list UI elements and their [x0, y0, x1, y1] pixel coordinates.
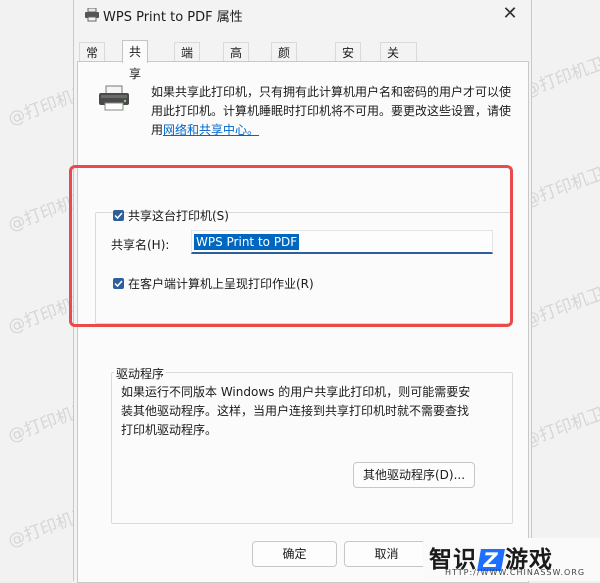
share-name-label: 共享名(H): [111, 238, 170, 252]
sharing-group [95, 212, 512, 324]
window-title: WPS Print to PDF 属性 [103, 10, 243, 25]
checkbox-checked-icon [113, 210, 124, 221]
site-logo: 智识 Z 游戏 HTTP://WWW.CHINASSW.ORG [423, 538, 600, 581]
additional-drivers-button[interactable]: 其他驱动程序(D)... [353, 462, 475, 488]
share-printer-label: 共享这台打印机(S) [128, 209, 229, 223]
tab-advanced[interactable]: 高级 [223, 42, 250, 80]
printer-icon [85, 8, 99, 22]
render-jobs-label: 在客户端计算机上呈现打印作业(R) [128, 277, 314, 291]
tab-ports[interactable]: 端口 [174, 42, 201, 80]
tab-sharing[interactable]: 共享 [122, 40, 149, 81]
checkbox-checked-icon [113, 278, 124, 289]
tab-security[interactable]: 安全 [335, 42, 362, 80]
tab-color-management[interactable]: 颜色管理 [271, 42, 298, 120]
title-bar[interactable]: WPS Print to PDF 属性 ✕ [74, 0, 531, 30]
close-button[interactable]: ✕ [499, 3, 521, 25]
share-name-input[interactable]: WPS Print to PDF [191, 230, 493, 254]
drivers-group-label: 驱动程序 [114, 365, 167, 382]
cancel-button[interactable]: 取消 [344, 541, 429, 567]
share-name-value: WPS Print to PDF [194, 234, 300, 250]
printer-icon [99, 85, 129, 111]
printer-properties-dialog: WPS Print to PDF 属性 ✕ 常规 共享 端口 高级 颜色管理 安… [73, 0, 532, 583]
tab-general[interactable]: 常规 [79, 42, 106, 80]
ok-button[interactable]: 确定 [252, 541, 337, 567]
logo-url: HTTP://WWW.CHINASSW.ORG [445, 568, 586, 577]
render-jobs-checkbox[interactable]: 在客户端计算机上呈现打印作业(R) [113, 275, 314, 292]
sharing-panel: 如果共享此打印机，只有拥有此计算机用户名和密码的用户才可以使 用此打印机。计算机… [77, 61, 529, 583]
drivers-info-text: 如果运行不同版本 Windows 的用户共享此打印机，则可能需要安 装其他驱动程… [121, 385, 471, 437]
tab-about[interactable]: 关于... [380, 42, 418, 80]
sharing-info-text: 如果共享此打印机，只有拥有此计算机用户名和密码的用户才可以使 用此打印机。计算机… [151, 85, 512, 137]
share-printer-checkbox[interactable]: 共享这台打印机(S) [113, 207, 229, 224]
network-sharing-center-link[interactable]: 网络和共享中心。 [163, 123, 259, 137]
